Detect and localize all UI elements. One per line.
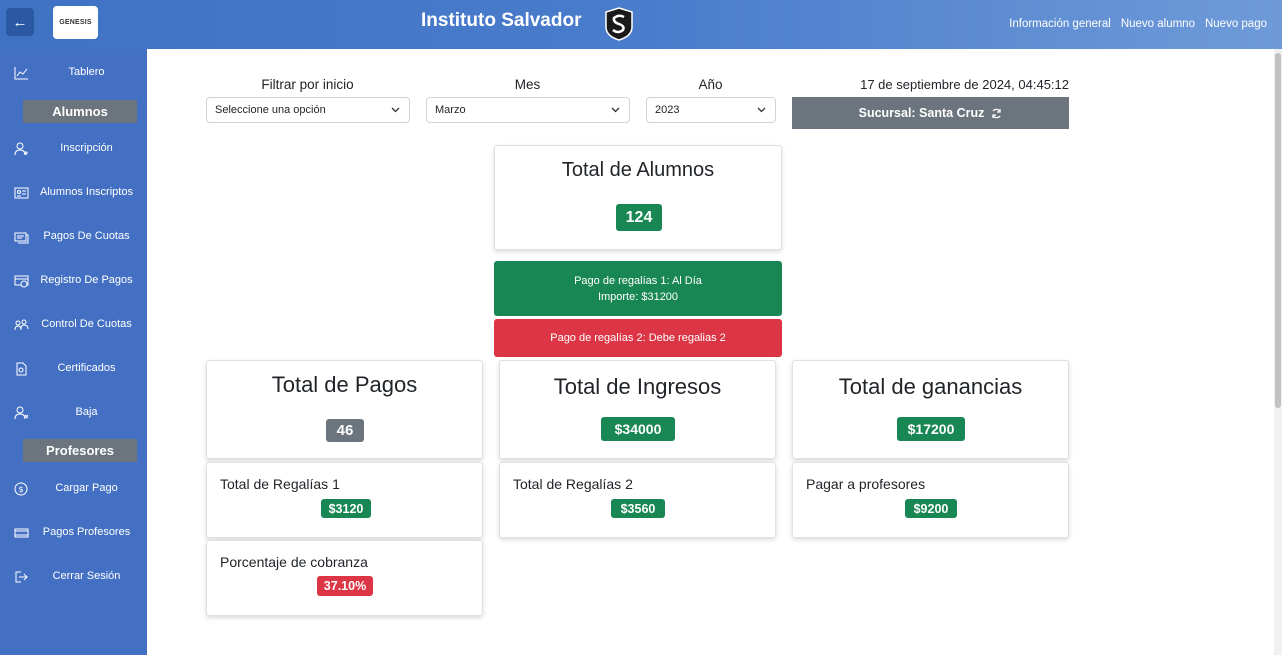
nav-nuevo-pago[interactable]: Nuevo pago — [1205, 18, 1267, 30]
regalias1-alert: Pago de regalías 1: Al Día Importe: $312… — [494, 261, 782, 316]
sidebar-item-baja[interactable]: Baja — [0, 401, 147, 425]
app-logo[interactable]: GENESIS — [53, 6, 98, 39]
total-ganancias-badge: $17200 — [897, 417, 965, 441]
filter-anio-value: 2023 — [655, 104, 680, 116]
total-alumnos-card: Total de Alumnos 124 — [494, 145, 782, 250]
branch-button[interactable]: Sucursal: Santa Cruz — [792, 97, 1069, 129]
total-ingresos-badge: $34000 — [601, 417, 675, 441]
shield-logo-icon — [605, 7, 633, 41]
pagar-profesores-badge: $9200 — [905, 499, 957, 518]
sidebar-item-cargar-pago[interactable]: $ Cargar Pago — [0, 477, 147, 501]
total-ingresos-title: Total de Ingresos — [553, 374, 722, 399]
pagar-profesores-title: Pagar a profesores — [806, 476, 926, 492]
sidebar-section-alumnos: Alumnos — [23, 100, 137, 123]
total-ingresos-card: Total de Ingresos $34000 — [499, 360, 776, 459]
filter-inicio-label: Filtrar por inicio — [261, 77, 354, 92]
sidebar-section-profesores: Profesores — [23, 439, 137, 462]
sidebar: Tablero Alumnos Inscripción Alumnos Insc… — [0, 49, 147, 655]
filter-mes-label: Mes — [514, 77, 541, 92]
logo-text: GENESIS — [59, 19, 92, 26]
top-bar: ← GENESIS Instituto Salvador Información… — [0, 0, 1282, 49]
cobranza-badge: 37.10% — [317, 576, 373, 596]
total-ganancias-card: Total de ganancias $17200 — [792, 360, 1069, 459]
regalias1-badge: $3120 — [321, 499, 371, 518]
sidebar-item-label: Pagos Profesores — [42, 526, 131, 538]
total-alumnos-title: Total de Alumnos — [561, 159, 715, 181]
chevron-down-icon — [611, 107, 620, 113]
filter-mes-value: Marzo — [435, 104, 466, 116]
sidebar-item-pagos-profesores[interactable]: Pagos Profesores — [0, 521, 147, 545]
top-nav: Información general Nuevo alumno Nuevo p… — [1009, 18, 1267, 30]
filter-mes-select[interactable]: Marzo — [426, 97, 630, 123]
regalias1-alert-status: Pago de regalías 1: Al Día — [574, 274, 702, 287]
filter-inicio-value: Seleccione una opción — [215, 104, 326, 116]
regalias2-card: Total de Regalías 2 $3560 — [499, 462, 776, 538]
back-button[interactable]: ← — [6, 8, 34, 36]
app-title: Instituto Salvador — [421, 10, 582, 31]
sidebar-item-label: Control De Cuotas — [41, 318, 132, 330]
regalias2-alert: Pago de regalías 2: Debe regalias 2 — [494, 319, 782, 357]
chevron-down-icon — [391, 107, 400, 113]
total-pagos-badge: 46 — [326, 419, 364, 442]
filter-inicio-select[interactable]: Seleccione una opción — [206, 97, 410, 123]
sidebar-item-tablero[interactable]: Tablero — [0, 61, 147, 85]
regalias2-title: Total de Regalías 2 — [513, 476, 633, 492]
sidebar-item-label: Tablero — [68, 66, 105, 78]
chevron-down-icon — [757, 107, 766, 113]
total-ganancias-title: Total de ganancias — [838, 374, 1023, 399]
scrollbar-thumb[interactable] — [1275, 53, 1281, 408]
total-pagos-title: Total de Pagos — [271, 372, 418, 397]
regalias1-title: Total de Regalías 1 — [220, 476, 340, 492]
sidebar-item-cerrar-sesion[interactable]: Cerrar Sesión — [0, 565, 147, 589]
sidebar-item-label: Cerrar Sesión — [52, 570, 121, 582]
cobranza-card: Porcentaje de cobranza 37.10% — [206, 540, 483, 616]
sidebar-item-label: Certificados — [57, 362, 116, 374]
sidebar-item-pagos-de-cuotas[interactable]: Pagos De Cuotas — [0, 225, 147, 249]
refresh-icon — [992, 108, 1002, 118]
nav-nuevo-alumno[interactable]: Nuevo alumno — [1121, 18, 1195, 30]
nav-informacion-general[interactable]: Información general — [1009, 18, 1111, 30]
page-scrollbar[interactable] — [1274, 49, 1282, 655]
sidebar-item-certificados[interactable]: Certificados — [0, 357, 147, 381]
sidebar-item-label: Registro De Pagos — [40, 274, 133, 286]
sidebar-item-label: Inscripción — [60, 142, 113, 154]
regalias2-alert-status: Pago de regalías 2: Debe regalias 2 — [550, 332, 726, 344]
sidebar-item-control-de-cuotas[interactable]: Control De Cuotas — [0, 313, 147, 337]
current-datetime: 17 de septiembre de 2024, 04:45:12 — [860, 77, 1069, 92]
svg-text:$: $ — [18, 485, 23, 494]
total-alumnos-badge: 124 — [616, 204, 662, 231]
sidebar-item-label: Pagos De Cuotas — [43, 230, 130, 242]
regalias1-card: Total de Regalías 1 $3120 — [206, 462, 483, 538]
cobranza-title: Porcentaje de cobranza — [220, 554, 368, 570]
arrow-left-icon: ← — [12, 13, 28, 31]
sidebar-item-label: Baja — [75, 406, 98, 418]
sidebar-item-label: Alumnos Inscriptos — [40, 186, 133, 198]
branch-label: Sucursal: Santa Cruz — [858, 106, 985, 120]
sidebar-item-registro-de-pagos[interactable]: Registro De Pagos — [0, 269, 147, 293]
pagar-profesores-card: Pagar a profesores $9200 — [792, 462, 1069, 538]
sidebar-item-label: Cargar Pago — [55, 482, 118, 494]
total-pagos-card: Total de Pagos 46 — [206, 360, 483, 459]
sidebar-item-inscripcion[interactable]: Inscripción — [0, 137, 147, 161]
regalias2-badge: $3560 — [611, 499, 665, 518]
filter-anio-select[interactable]: 2023 — [646, 97, 776, 123]
sidebar-item-alumnos-inscriptos[interactable]: Alumnos Inscriptos — [0, 181, 147, 205]
regalias1-alert-amount: Importe: $31200 — [597, 290, 679, 303]
filter-anio-label: Año — [698, 77, 723, 92]
